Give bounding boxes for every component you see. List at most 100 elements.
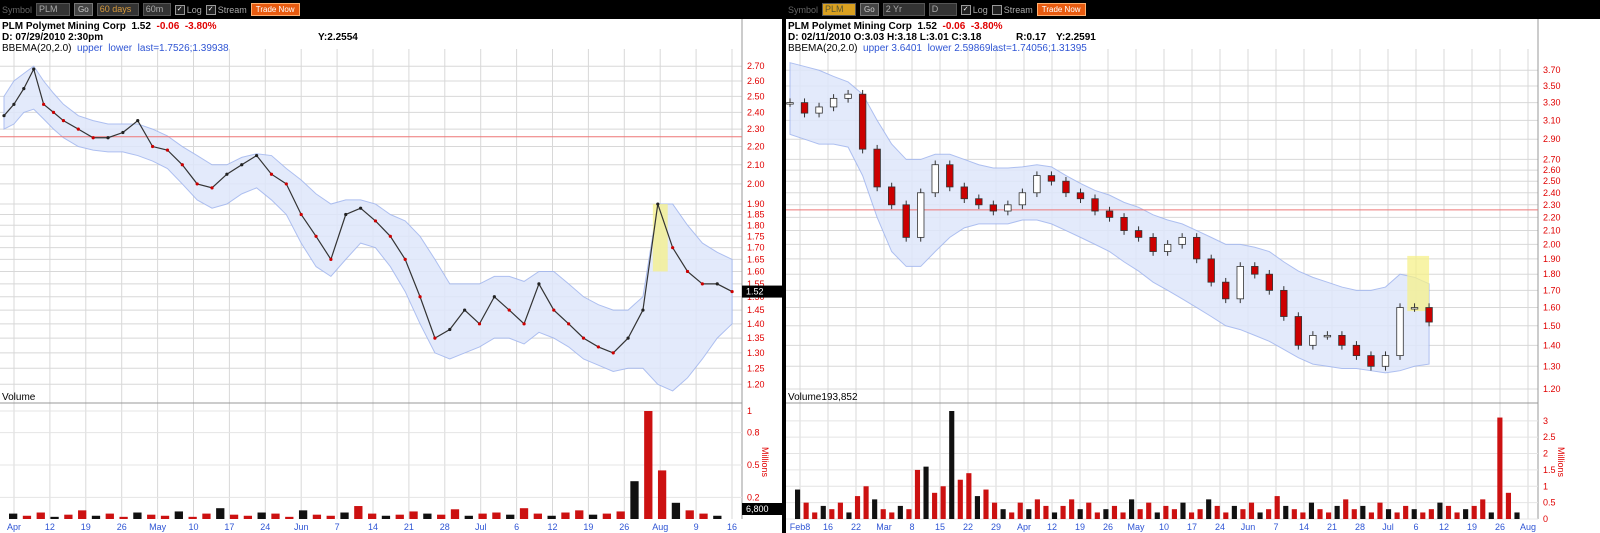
price-point (552, 308, 556, 312)
y-tick-label: 1.70 (747, 243, 765, 253)
y-tick-label: 1.70 (1543, 285, 1561, 295)
checkbox-icon: ✓ (205, 4, 216, 15)
volume-bar (1077, 509, 1083, 519)
candle-body (1047, 175, 1056, 182)
right-toolbar: Symbol PLM Go 2 Yr D ✓ Log Stream Trade N… (788, 2, 1086, 17)
volume-label-text: Volume (788, 392, 822, 403)
x-tick-label: Aug (652, 522, 668, 532)
volume-bar (803, 502, 809, 519)
right-chart-svg[interactable]: Feb8 16 22 Mar 8 15 22 29 Apr 12 19 26 May 10 17 24 Jun 7… (786, 19, 1600, 533)
price-point (299, 212, 303, 217)
volume-value: 193,852 (821, 392, 858, 403)
interval-select[interactable]: D (928, 3, 957, 16)
volume-bar (1086, 502, 1092, 519)
volume-bar (1497, 417, 1503, 519)
volume-bar (1463, 509, 1469, 519)
last-price: 1.52 (131, 21, 151, 32)
go-button[interactable]: Go (74, 3, 93, 16)
bb-label: BBEMA(20,2.0) (788, 43, 858, 54)
candle-body (888, 186, 896, 206)
candle-body (1134, 230, 1143, 238)
period-select[interactable]: 60 days (96, 3, 139, 16)
candle-body (1294, 316, 1303, 346)
y-tick-label: 2.40 (1543, 188, 1561, 198)
volume-bar (1206, 499, 1212, 519)
left-chart-pane[interactable]: Apr 12 19 26 May 10 17 24 Jun 7 14 21 28 Jul 6 12 19 26 Au… (0, 19, 782, 533)
volume-bar (409, 511, 418, 519)
candle-body (1018, 192, 1027, 206)
log-checkbox[interactable]: ✓ Log (960, 4, 988, 15)
log-checkbox[interactable]: ✓ Log (174, 4, 202, 15)
volume-bar (1308, 502, 1315, 519)
candle-body (1178, 236, 1186, 245)
volume-bar (923, 466, 929, 519)
volume-bar (506, 514, 515, 519)
candle-body (1033, 175, 1041, 194)
volume-y-tick-label: 1 (1543, 481, 1548, 491)
volume-bar (492, 512, 501, 519)
y-tick-label: 1.45 (747, 305, 765, 315)
x-tick-label: 6 (514, 522, 519, 532)
checkbox-icon: ✓ (960, 4, 971, 15)
trade-now-button[interactable]: Trade Now (250, 3, 300, 16)
x-tick-label: 9 (694, 522, 699, 532)
right-chart-pane[interactable]: Feb8 16 22 Mar 8 15 22 29 Apr 12 19 26 May 10 17 24 Jun 7… (786, 19, 1600, 533)
price-point (433, 336, 437, 340)
volume-bar (872, 499, 878, 519)
y-tick-label: 1.20 (747, 379, 765, 389)
highlight-box (652, 204, 668, 272)
volume-bar (889, 512, 895, 519)
symbol-input[interactable]: PLM (822, 3, 857, 16)
period-select[interactable]: 2 Yr (882, 3, 925, 16)
candle-body (829, 97, 838, 108)
x-tick-label: 14 (368, 522, 378, 532)
x-tick-label: 22 (963, 522, 973, 532)
stream-checkbox[interactable]: ✓ Stream (205, 4, 247, 15)
price-point (685, 269, 690, 274)
x-tick-label: 8 (909, 522, 914, 532)
volume-bar (50, 516, 59, 519)
price-point (492, 295, 496, 299)
price-point (537, 282, 541, 286)
right-cursor-r: R:0.17 (1016, 32, 1047, 43)
volume-bar (1248, 502, 1255, 519)
volume-bar (1317, 509, 1323, 519)
price-point (61, 119, 66, 123)
y-tick-label: 1.80 (1543, 269, 1561, 279)
right-bb-legend: BBEMA(20,2.0) upper 3.6401 lower 2.59869… (788, 43, 1087, 54)
x-tick-label: 10 (1159, 522, 1169, 532)
stream-checkbox[interactable]: Stream (991, 4, 1033, 15)
price-point (418, 295, 422, 299)
candle-body (1352, 344, 1361, 357)
price-point (611, 351, 615, 355)
price-point (641, 308, 645, 312)
volume-bar (478, 513, 487, 519)
price-point (403, 257, 407, 261)
volume-bar (795, 489, 801, 519)
volume-bar (1326, 512, 1332, 519)
x-tick-label: Jul (1382, 522, 1394, 532)
y-tick-label: 3.30 (1543, 98, 1561, 108)
volume-bar (1291, 509, 1297, 519)
price-point (388, 234, 392, 238)
trade-now-button[interactable]: Trade Now (1036, 3, 1086, 16)
symbol-input[interactable]: PLM (36, 3, 71, 16)
volume-bar (1351, 509, 1357, 519)
x-tick-label: May (1127, 522, 1145, 532)
checkbox-icon: ✓ (174, 4, 185, 15)
volume-bar (1103, 509, 1109, 519)
volume-bar (1266, 509, 1272, 519)
candle-body (844, 93, 852, 99)
price-point (656, 202, 660, 206)
candle-body (1207, 258, 1215, 283)
price-point (477, 322, 482, 326)
right-volume-label: Volume193,852 (788, 392, 858, 403)
interval-select[interactable]: 60m (142, 3, 171, 16)
x-tick-label: 12 (547, 522, 557, 532)
price-point (91, 136, 95, 140)
go-button[interactable]: Go (860, 3, 879, 16)
bb-lower: lower (108, 43, 133, 54)
left-chart-svg[interactable]: Apr 12 19 26 May 10 17 24 Jun 7 14 21 28 Jul 6 12 19 26 Au… (0, 19, 782, 533)
volume-bar (713, 515, 722, 519)
price-point (448, 327, 452, 332)
